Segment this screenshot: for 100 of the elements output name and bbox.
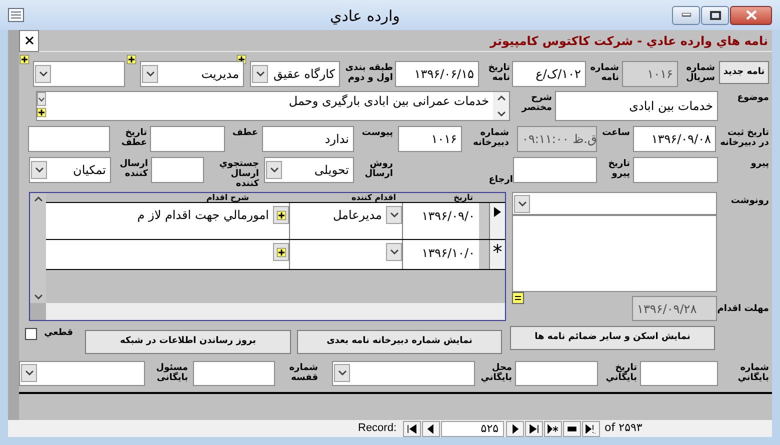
- field-label: شماره دبيرخانه: [472, 128, 509, 148]
- description-cell[interactable]: امورمالي جهت اقدام لاز م: [46, 203, 289, 239]
- scroll-bar[interactable]: [30, 193, 46, 303]
- field-label: ارجاع: [488, 175, 513, 185]
- text-field[interactable]: [151, 157, 204, 183]
- new-record-button[interactable]: [544, 420, 562, 436]
- combo-box[interactable]: تمكيان: [29, 157, 111, 183]
- record-number-field[interactable]: ۵۲۵: [440, 420, 504, 436]
- plus-icon[interactable]: [37, 108, 46, 117]
- dropdown-button[interactable]: [21, 364, 37, 382]
- description-cell[interactable]: [46, 240, 289, 269]
- filter-button[interactable]: [582, 420, 600, 436]
- readonly-field: ١٣٩۶/٠٩/٢٨: [632, 296, 717, 321]
- text-field[interactable]: ١٠١۶: [398, 126, 462, 152]
- plus-icon[interactable]: [127, 55, 136, 64]
- dropdown-button[interactable]: [35, 65, 51, 83]
- chevron-down-icon: [146, 71, 154, 77]
- field-label: پيوست: [360, 128, 393, 138]
- chevron-down-icon: [496, 111, 506, 117]
- subject-field[interactable]: خدمات بين ابادی: [555, 91, 718, 121]
- new-record-icon: [493, 244, 502, 253]
- chevron-down-icon: [34, 167, 44, 173]
- previous-record-button[interactable]: [422, 420, 440, 436]
- dropdown-button[interactable]: [514, 194, 530, 212]
- chevron-down-icon: [390, 212, 398, 218]
- date-cell[interactable]: ١٣٩۶/١٠/٠: [402, 240, 479, 269]
- form-icon[interactable]: [8, 8, 24, 22]
- dropdown-button[interactable]: [386, 206, 402, 224]
- plus-icon[interactable]: [276, 248, 286, 256]
- text-field[interactable]: [633, 157, 718, 183]
- dropdown-button[interactable]: [142, 65, 158, 83]
- close-icon: [24, 36, 34, 45]
- table-row[interactable]: ١٣٩۶/١٠/٠: [46, 240, 505, 270]
- action-button[interactable]: نمايش اسكن و ساير ضمائم نامه ها: [510, 326, 715, 350]
- field-label: رونوشت: [730, 196, 769, 206]
- table-row[interactable]: ١٣٩۶/٠٩/٠ مديرعامل امورمالي جهت اقدام لاز م: [46, 202, 505, 240]
- date-cell[interactable]: ١٣٩۶/٠٩/٠: [402, 203, 479, 239]
- field-label: پيرو: [749, 159, 769, 169]
- text-field[interactable]: ندارد: [262, 126, 354, 152]
- field-label: محل بايگاني: [480, 362, 512, 383]
- new-letter-button[interactable]: نامه جديد: [719, 61, 769, 84]
- text-field[interactable]: ١٣٩۶/٠٩/٠٨: [633, 126, 716, 152]
- minimize-button[interactable]: [672, 6, 700, 24]
- field-label: تاريخ عطف: [120, 128, 147, 148]
- delete-filter-button[interactable]: [562, 420, 581, 436]
- dropdown-button[interactable]: [266, 161, 282, 179]
- text-field[interactable]: [513, 157, 597, 183]
- text-field[interactable]: [193, 360, 275, 386]
- chevron-down-icon: [256, 71, 264, 77]
- combo-box[interactable]: تحويلی: [264, 157, 354, 183]
- maximize-button[interactable]: [701, 6, 729, 24]
- record-count: of ٢۵٩٣: [604, 420, 642, 436]
- new-record-icon: [546, 424, 559, 434]
- record-selector[interactable]: [489, 203, 505, 239]
- first-record-button[interactable]: [402, 420, 421, 436]
- action-button[interactable]: نمايش شماره دبيرخانه نامه بعدی: [297, 330, 502, 354]
- chevron-down-icon: [338, 370, 346, 376]
- summary-field[interactable]: خدمات عمرانی بين ابادی بارگيری وحمل: [36, 91, 510, 121]
- next-record-button[interactable]: [506, 420, 524, 436]
- field-label: قطعي: [43, 328, 73, 338]
- record-label: Record:: [358, 421, 397, 436]
- field-label: شرح مختصر: [520, 93, 552, 113]
- plus-icon[interactable]: [276, 210, 286, 220]
- text-field[interactable]: ١٣٩۶/٠۶/١۵: [395, 61, 479, 87]
- combo-cell[interactable]: [289, 240, 402, 269]
- dropdown-button[interactable]: [386, 243, 402, 261]
- chevron-down-icon: [34, 294, 42, 300]
- close-button[interactable]: [730, 6, 772, 24]
- chevron-down-icon: [38, 71, 48, 77]
- field-label: شماره قفسه: [288, 362, 318, 383]
- last-record-button[interactable]: [524, 420, 543, 436]
- text-field[interactable]: [640, 360, 718, 386]
- text-field[interactable]: [515, 360, 598, 386]
- plus-icon[interactable]: [20, 55, 29, 64]
- horizontal-scroll-bar[interactable]: [30, 303, 505, 320]
- equals-button[interactable]: [512, 292, 524, 304]
- field-label: ارسال كننده: [118, 159, 148, 179]
- text-field[interactable]: [150, 126, 225, 152]
- dropdown-button[interactable]: [37, 92, 46, 106]
- dropdown-button[interactable]: [31, 161, 47, 179]
- field-label: تاريخ نامه: [487, 63, 510, 83]
- column-header: اقدام كننده: [350, 193, 397, 202]
- final-checkbox[interactable]: [25, 328, 37, 340]
- record-selector[interactable]: [489, 240, 505, 269]
- memo-field[interactable]: [512, 215, 717, 292]
- text-field[interactable]: ١٠٢/ک/ع: [512, 61, 586, 87]
- close-icon: [746, 10, 756, 20]
- window-title: وارده عادي: [330, 6, 400, 27]
- dropdown-button[interactable]: [252, 65, 268, 83]
- column-header: تاريخ: [452, 193, 474, 202]
- close-form-button[interactable]: [19, 30, 39, 52]
- field-label: طبقه بندی اول و دوم: [344, 63, 393, 83]
- field-label: شماره سريال: [684, 63, 715, 83]
- scroll-bar[interactable]: [493, 92, 509, 120]
- field-label: موضوع: [736, 93, 769, 103]
- combo-cell[interactable]: مديرعامل: [289, 203, 402, 239]
- dropdown-button[interactable]: [334, 364, 350, 382]
- text-field[interactable]: [28, 126, 110, 152]
- action-button[interactable]: بروز رساندن اطلاعات در شبكه: [85, 330, 291, 354]
- field-label: روش ارسال: [364, 159, 393, 179]
